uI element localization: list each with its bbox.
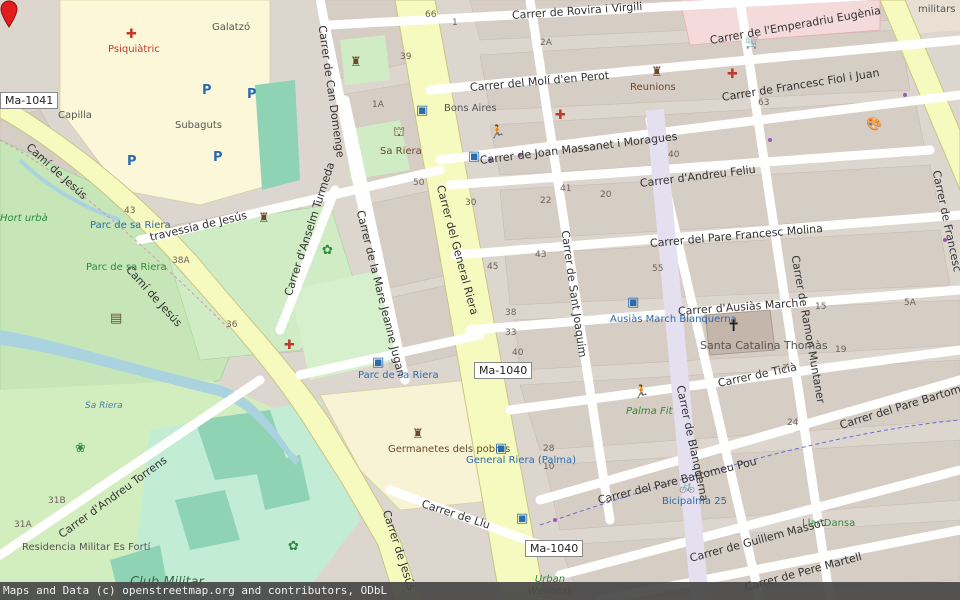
parking-icon[interactable]: P bbox=[127, 155, 137, 168]
playground-icon[interactable]: ✿ bbox=[288, 540, 299, 553]
house-number: 66 bbox=[425, 10, 437, 20]
house-number: 30 bbox=[465, 198, 477, 208]
community-icon[interactable]: ♜ bbox=[258, 212, 270, 225]
house-number: 45 bbox=[487, 262, 499, 272]
house-number: 24 bbox=[787, 418, 799, 428]
bus-stop-icon[interactable]: ▣ bbox=[495, 442, 507, 455]
pharmacy-icon[interactable]: ✚ bbox=[284, 339, 295, 352]
info-icon[interactable]: ▤ bbox=[110, 312, 122, 325]
house-number: 38A bbox=[172, 256, 190, 266]
house-number: 43 bbox=[124, 206, 136, 216]
house-number: 19 bbox=[835, 345, 847, 355]
convent-icon[interactable]: ♜ bbox=[412, 428, 424, 441]
bus-stop-icon[interactable]: ▣ bbox=[372, 356, 384, 369]
house-number: 7 bbox=[782, 364, 788, 374]
house-number: 1 bbox=[452, 18, 458, 28]
monument-icon[interactable]: ⛫ bbox=[393, 126, 405, 139]
house-number: 43 bbox=[535, 250, 547, 260]
house-number: 36 bbox=[226, 320, 238, 330]
poi-label: Psiquiàtric bbox=[108, 44, 160, 55]
pharmacy-icon[interactable]: ✚ bbox=[555, 109, 566, 122]
house-number: 63 bbox=[758, 98, 770, 108]
community-icon[interactable]: ♜ bbox=[651, 66, 663, 79]
house-number: 40 bbox=[512, 348, 524, 358]
poi-label: Hort urbà bbox=[0, 213, 48, 224]
house-number: 39 bbox=[400, 52, 412, 62]
hospital-icon[interactable]: ✚ bbox=[126, 28, 137, 41]
poi-label: Sa Riera bbox=[380, 146, 422, 157]
poi-label: Bicipalma 25 bbox=[662, 496, 727, 507]
road-ref: Ma-1040 bbox=[525, 540, 584, 557]
house-number: 2A bbox=[540, 38, 552, 48]
parking-icon[interactable]: P bbox=[247, 88, 257, 101]
house-number: 28 bbox=[543, 444, 555, 454]
church-icon[interactable]: ✝ bbox=[727, 318, 740, 334]
parking-icon[interactable]: P bbox=[213, 151, 223, 164]
dog-park-icon[interactable]: ❀ bbox=[75, 442, 86, 455]
poi-label: General Riera (Palma) bbox=[466, 455, 577, 466]
bus-stop-icon[interactable]: ▣ bbox=[468, 150, 480, 163]
poi-label: Santa Catalina Thomàs bbox=[700, 339, 828, 352]
playground-icon[interactable]: ✿ bbox=[322, 244, 333, 257]
pharmacy-icon[interactable]: ✚ bbox=[727, 68, 738, 81]
poi-label: Germanetes dels pobres bbox=[388, 444, 511, 455]
map-attribution[interactable]: Maps and Data (c) openstreetmap.org and … bbox=[0, 582, 960, 600]
road-ref: Ma-1041 bbox=[0, 92, 59, 109]
poi-label: Parc de sa Riera bbox=[86, 262, 167, 273]
art-icon[interactable]: 🎨 bbox=[866, 118, 882, 131]
poi-label: Parc de sa Riera bbox=[358, 370, 439, 381]
poi-label: Bons Aires bbox=[444, 103, 497, 114]
poi-label: Capilla bbox=[58, 110, 92, 121]
fitness-icon[interactable]: 🏃 bbox=[633, 386, 649, 399]
house-number: 50 bbox=[413, 178, 425, 188]
shop-icon[interactable]: 🛒 bbox=[745, 36, 761, 49]
bus-stop-icon[interactable]: ▣ bbox=[516, 512, 528, 525]
community-icon[interactable]: ♜ bbox=[350, 56, 362, 69]
poi-label: Parc de sa Riera bbox=[90, 220, 171, 231]
poi-label: militars bbox=[918, 4, 956, 15]
location-pin-icon[interactable] bbox=[0, 0, 18, 28]
house-number: 31B bbox=[48, 496, 66, 506]
house-number: 22 bbox=[540, 196, 552, 206]
poi-label: Residencia Militar Es Fortí bbox=[22, 542, 151, 553]
waterway-label: Sa Riera bbox=[85, 401, 123, 411]
poi-label: Reunions bbox=[630, 82, 676, 93]
house-number: 38 bbox=[505, 308, 517, 318]
parking-icon[interactable]: P bbox=[202, 84, 212, 97]
house-number: 15 bbox=[815, 302, 827, 312]
house-number: 20 bbox=[600, 190, 612, 200]
house-number: 1A bbox=[372, 100, 384, 110]
house-number: 55 bbox=[652, 264, 664, 274]
bus-stop-icon[interactable]: ▣ bbox=[627, 296, 639, 309]
map-canvas[interactable]: Carrer de Rovira i Virgili Carrer de l'E… bbox=[0, 0, 960, 600]
poi-label: Llar Dansa bbox=[802, 518, 856, 529]
house-number: 41 bbox=[560, 184, 572, 194]
house-number: 40 bbox=[668, 150, 680, 160]
house-number: 33 bbox=[505, 328, 517, 338]
bus-stop-icon[interactable]: ▣ bbox=[416, 104, 428, 117]
house-number: 5A bbox=[904, 298, 916, 308]
road-ref: Ma-1040 bbox=[474, 362, 533, 379]
poi-label: Palma Fit bbox=[626, 406, 673, 417]
bicycle-rental-icon[interactable]: 🚲 bbox=[679, 480, 695, 493]
poi-label: Ausiàs March Blanquerna bbox=[610, 314, 737, 325]
poi-label: Subaguts bbox=[175, 120, 222, 131]
poi-label: Galatzó bbox=[212, 22, 251, 33]
house-number: 31A bbox=[14, 520, 32, 530]
fitness-icon[interactable]: 🏃 bbox=[489, 126, 505, 139]
house-number: 10 bbox=[543, 462, 555, 472]
